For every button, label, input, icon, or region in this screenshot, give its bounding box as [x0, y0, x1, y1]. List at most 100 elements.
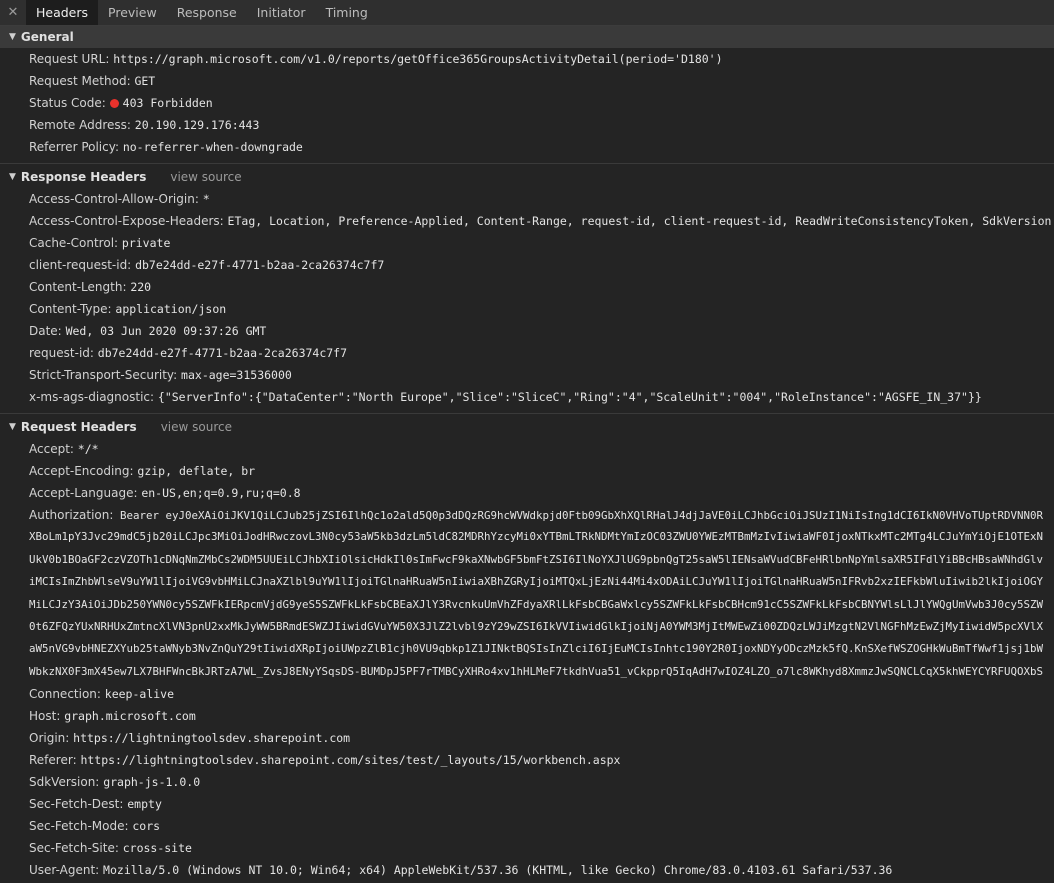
authorization-token-line: XBoLm1pY3Jvc29mdC5jb20iLCJpc3MiOiJodHRwc…	[29, 530, 1044, 544]
header-name: Access-Control-Expose-Headers:	[29, 214, 224, 228]
tab-preview[interactable]: Preview	[98, 0, 167, 25]
response-headers-title: Response Headers	[20, 170, 147, 184]
header-value: 403 Forbidden	[122, 96, 213, 110]
header-row: Strict-Transport-Security: max-age=31536…	[0, 364, 1054, 386]
header-row: Accept: */*	[0, 438, 1054, 460]
header-row: Sec-Fetch-Site: cross-site	[0, 837, 1054, 859]
header-name: Date:	[29, 324, 62, 338]
header-value: */*	[77, 442, 99, 456]
remote-address-row: Remote Address: 20.190.129.176:443	[0, 114, 1054, 136]
header-value: gzip, deflate, br	[137, 464, 256, 478]
header-value: https://lightningtoolsdev.sharepoint.com	[73, 731, 351, 746]
expand-triangle-icon: ▼	[9, 172, 16, 182]
header-row: User-Agent: Mozilla/5.0 (Windows NT 10.0…	[0, 859, 1054, 881]
response-headers-rows: Access-Control-Allow-Origin: * Access-Co…	[0, 188, 1054, 408]
header-row: Referer: https://lightningtoolsdev.share…	[0, 749, 1054, 771]
header-name: x-ms-ags-diagnostic:	[29, 390, 155, 404]
header-value: ETag, Location, Preference-Applied, Cont…	[227, 214, 1052, 228]
header-row: Content-Length: 220	[0, 276, 1054, 298]
header-name: Accept-Encoding:	[29, 464, 134, 478]
header-value: empty	[127, 797, 162, 812]
authorization-token-line: MiLCJzY3AiOiJDb250YWN0cy5SZWFkIERpcmVjdG…	[29, 597, 1044, 611]
status-error-dot-icon	[109, 99, 119, 108]
header-value: db7e24dd-e27f-4771-b2aa-2ca26374c7f7	[135, 258, 385, 272]
header-name: Access-Control-Allow-Origin:	[29, 192, 199, 206]
header-value: https://graph.microsoft.com/v1.0/reports…	[113, 52, 723, 66]
header-row: Sec-Fetch-Dest: empty	[0, 793, 1054, 815]
header-name: Sec-Fetch-Mode:	[29, 819, 129, 834]
header-name: Referrer Policy:	[29, 140, 119, 154]
header-value: GET	[134, 74, 156, 88]
header-row: Access-Control-Expose-Headers: ETag, Loc…	[0, 210, 1054, 232]
header-row: SdkVersion: graph-js-1.0.0	[0, 771, 1054, 793]
header-row: x-ms-ags-diagnostic: {"ServerInfo":{"Dat…	[0, 386, 1054, 408]
header-row: Cache-Control: private	[0, 232, 1054, 254]
header-row: Content-Type: application/json	[0, 298, 1054, 320]
request-headers-section-header[interactable]: ▼ Request Headers view source	[0, 416, 1054, 438]
general-title: General	[20, 30, 74, 44]
header-name: User-Agent:	[29, 863, 100, 878]
header-name: Cache-Control:	[29, 236, 119, 250]
header-row: Access-Control-Allow-Origin: *	[0, 188, 1054, 210]
header-value: db7e24dd-e27f-4771-b2aa-2ca26374c7f7	[97, 346, 348, 360]
header-value: https://lightningtoolsdev.sharepoint.com…	[80, 753, 621, 768]
tab-response[interactable]: Response	[167, 0, 247, 25]
header-name: Accept:	[29, 442, 74, 456]
tab-bar: ✕ Headers Preview Response Initiator Tim…	[0, 0, 1054, 26]
request-view-source-link[interactable]: view source	[161, 420, 232, 434]
request-url-row: Request URL: https://graph.microsoft.com…	[0, 48, 1054, 70]
header-row: Connection: keep-alive	[0, 683, 1054, 705]
close-icon[interactable]: ✕	[0, 0, 26, 25]
header-name: Connection:	[29, 687, 101, 702]
header-value: *	[202, 192, 210, 206]
authorization-token-line: WbkzNX0F3mX45ew7LX7BHFWncBkJRTzA7WL_ZvsJ…	[29, 664, 1044, 678]
section-divider	[0, 413, 1054, 414]
header-name: Request URL:	[29, 52, 110, 66]
header-name: Strict-Transport-Security:	[29, 368, 178, 382]
response-headers-section-header[interactable]: ▼ Response Headers view source	[0, 166, 1054, 188]
header-name: client-request-id:	[29, 258, 132, 272]
request-headers-rows: Accept: */* Accept-Encoding: gzip, defla…	[0, 438, 1054, 881]
tab-timing[interactable]: Timing	[316, 0, 378, 25]
header-value: max-age=31536000	[181, 368, 292, 382]
header-row: Sec-Fetch-Mode: cors	[0, 815, 1054, 837]
authorization-row: Authorization: Bearer eyJ0eXAiOiJKV1QiLC…	[0, 504, 1054, 526]
header-name: Accept-Language:	[29, 486, 138, 500]
header-row: Date: Wed, 03 Jun 2020 09:37:26 GMT	[0, 320, 1054, 342]
header-name: Host:	[29, 709, 61, 724]
header-row: Origin: https://lightningtoolsdev.sharep…	[0, 727, 1054, 749]
header-name: Remote Address:	[29, 118, 131, 132]
expand-triangle-icon: ▼	[9, 422, 16, 432]
header-value: no-referrer-when-downgrade	[122, 140, 303, 154]
expand-triangle-icon: ▼	[9, 32, 16, 42]
header-value: graph-js-1.0.0	[103, 775, 201, 790]
authorization-token-line: iMCIsImZhbWlseV9uYW1lIjoiVG9vbHMiLCJnaXZ…	[29, 575, 1044, 589]
authorization-token-line: UkV0b1BOaGF2czVZOTh1cDNqNmZMbCs2WDM5UUEi…	[29, 552, 1044, 566]
header-value: application/json	[115, 302, 227, 316]
header-value: Mozilla/5.0 (Windows NT 10.0; Win64; x64…	[103, 863, 893, 878]
tab-headers[interactable]: Headers	[26, 0, 99, 25]
authorization-token-line: Bearer eyJ0eXAiOiJKV1QiLCJub25jZSI6IlhQc…	[119, 509, 1043, 522]
header-value: en-US,en;q=0.9,ru;q=0.8	[141, 486, 301, 500]
header-row: client-request-id: db7e24dd-e27f-4771-b2…	[0, 254, 1054, 276]
header-value: private	[121, 236, 171, 250]
response-view-source-link[interactable]: view source	[170, 170, 241, 184]
header-name: Origin:	[29, 731, 70, 746]
general-section-header[interactable]: ▼ General	[0, 26, 1054, 48]
header-name: Content-Type:	[29, 302, 112, 316]
header-name: Referer:	[29, 753, 77, 768]
header-name: Request Method:	[29, 74, 131, 88]
header-value: 20.190.129.176:443	[134, 118, 260, 132]
request-method-row: Request Method: GET	[0, 70, 1054, 92]
header-value: graph.microsoft.com	[64, 709, 196, 724]
header-row: request-id: db7e24dd-e27f-4771-b2aa-2ca2…	[0, 342, 1054, 364]
tab-initiator[interactable]: Initiator	[247, 0, 316, 25]
request-headers-title: Request Headers	[20, 420, 137, 434]
section-divider	[0, 163, 1054, 164]
header-value: Wed, 03 Jun 2020 09:37:26 GMT	[65, 324, 267, 338]
referrer-policy-row: Referrer Policy: no-referrer-when-downgr…	[0, 136, 1054, 158]
header-value: cross-site	[122, 841, 192, 856]
header-row: Accept-Encoding: gzip, deflate, br	[0, 460, 1054, 482]
general-rows: Request URL: https://graph.microsoft.com…	[0, 48, 1054, 158]
header-name: Authorization:	[29, 508, 114, 522]
